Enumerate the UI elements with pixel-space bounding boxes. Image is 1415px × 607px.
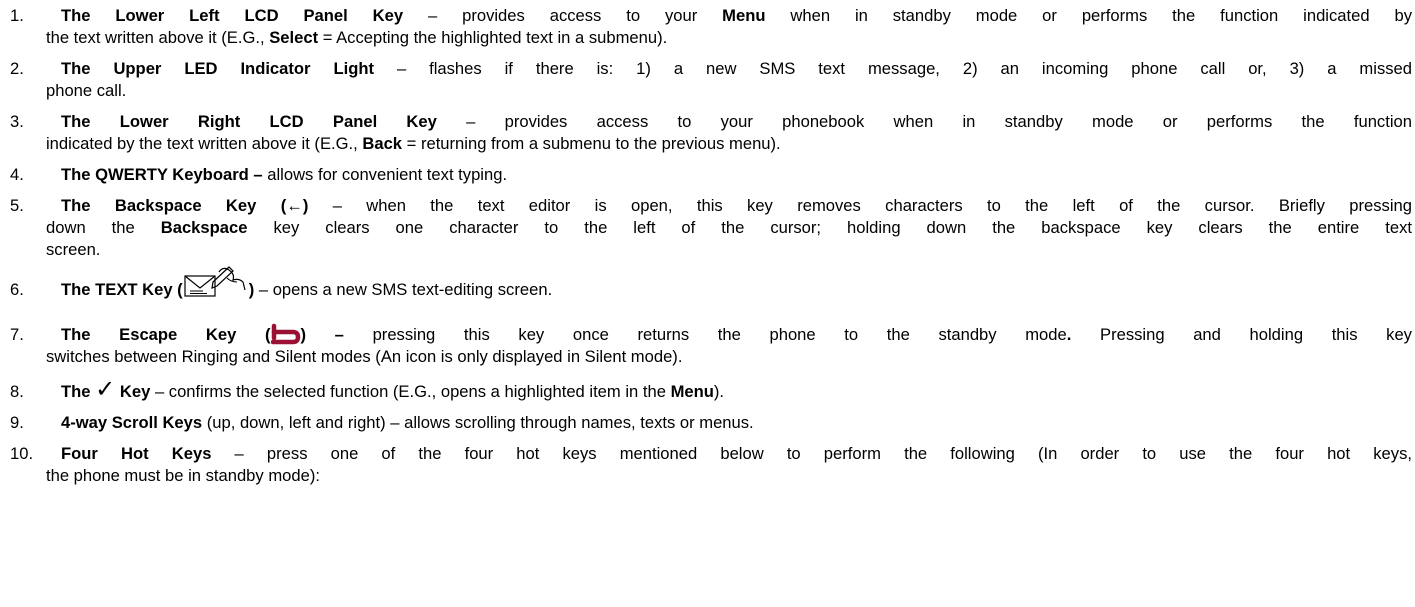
item-title: The Lower Left LCD Panel Key xyxy=(61,6,404,25)
item-text: allows for convenient text typing. xyxy=(262,165,508,184)
item-text: = returning from a submenu to the previo… xyxy=(402,134,781,153)
item-text: the text written above it (E.G., xyxy=(46,28,270,47)
item-line: The QWERTY Keyboard – allows for conveni… xyxy=(61,164,507,186)
item-number: 3. xyxy=(10,112,24,131)
item-number: 1. xyxy=(10,6,24,25)
item-text: ). xyxy=(713,382,725,401)
item-line: down the Backspace key clears one charac… xyxy=(46,217,1412,239)
backspace-arrow-icon: ← xyxy=(286,196,303,215)
item-title: The Escape Key ( xyxy=(61,325,271,344)
checkmark-icon: ✓ xyxy=(95,376,116,403)
item-number: 5. xyxy=(10,196,24,215)
item-term: Back xyxy=(362,134,403,153)
item-title: The Lower Right LCD Panel Key xyxy=(61,112,437,131)
item-title-end: ) – xyxy=(300,325,344,344)
item-number: 8. xyxy=(10,382,24,401)
item-number: 4. xyxy=(10,165,24,184)
item-title: The Upper LED Indicator Light xyxy=(61,59,374,78)
item-title: The QWERTY Keyboard – xyxy=(61,165,263,184)
item-line: 4-way Scroll Keys (up, down, left and ri… xyxy=(61,412,754,434)
item-text: – provides access to your xyxy=(403,6,723,25)
item-title: The xyxy=(61,382,91,401)
item-number: 10. xyxy=(10,444,34,463)
item-line: The ✓ Key – confirms the selected functi… xyxy=(61,378,725,403)
item-line: The Backspace Key (←) – when the text ed… xyxy=(61,195,1412,217)
item-title: Four Hot Keys xyxy=(61,444,212,463)
item-title: The TEXT Key ( xyxy=(61,280,183,299)
item-text: key clears one character to the left of … xyxy=(247,218,1412,237)
item-line: the text written above it (E.G., Select … xyxy=(46,27,667,49)
item-text: Pressing and holding this key xyxy=(1071,325,1412,344)
item-line: screen. xyxy=(46,239,100,261)
item-text: switches between Ringing and Silent mode… xyxy=(46,347,683,366)
manual-key-list: 1. The Lower Left LCD Panel Key – provid… xyxy=(0,0,1415,607)
item-text: indicated by the text written above it (… xyxy=(46,134,363,153)
item-term: Menu xyxy=(670,382,714,401)
item-text: screen. xyxy=(46,240,101,259)
item-text: down the xyxy=(46,218,161,237)
item-line: Four Hot Keys – press one of the four ho… xyxy=(61,443,1412,465)
item-line: The Lower Left LCD Panel Key – provides … xyxy=(61,5,1412,27)
item-line: The TEXT Key ( ) – opens a new SMS text-… xyxy=(61,265,553,302)
item-line: The Escape Key ( ) – pressing this key o… xyxy=(61,323,1412,347)
item-line: indicated by the text written above it (… xyxy=(46,133,781,155)
item-text: the phone must be in standby mode): xyxy=(46,466,320,485)
item-line: the phone must be in standby mode): xyxy=(46,465,320,487)
item-text: – opens a new SMS text-editing screen. xyxy=(254,280,553,299)
item-number: 9. xyxy=(10,413,24,432)
item-term: Backspace xyxy=(160,218,248,237)
item-title: The Backspace Key ( xyxy=(61,196,287,215)
item-line: switches between Ringing and Silent mode… xyxy=(46,346,682,368)
item-text: (up, down, left and right) – allows scro… xyxy=(202,413,754,432)
item-line: The Lower Right LCD Panel Key – provides… xyxy=(61,111,1412,133)
item-text: – flashes if there is: 1) a new SMS text… xyxy=(374,59,1412,78)
escape-key-icon xyxy=(270,323,301,347)
item-text: phone call. xyxy=(46,81,127,100)
item-text: when in standby mode or performs the fun… xyxy=(765,6,1412,25)
item-line: The Upper LED Indicator Light – flashes … xyxy=(61,58,1412,80)
item-text: – when the text editor is open, this key… xyxy=(308,196,1412,215)
item-text: – provides access to your phonebook when… xyxy=(436,112,1412,131)
item-text: – confirms the selected function (E.G., … xyxy=(150,382,671,401)
text-key-icon xyxy=(183,265,249,302)
item-number: 6. xyxy=(10,280,24,299)
item-term: Menu xyxy=(722,6,766,25)
item-title: 4-way Scroll Keys xyxy=(61,413,203,432)
item-term: Select xyxy=(269,28,319,47)
item-number: 7. xyxy=(10,325,24,344)
item-line: phone call. xyxy=(46,80,126,102)
item-text: – press one of the four hot keys mention… xyxy=(211,444,1412,463)
item-text: pressing this key once returns the phone… xyxy=(343,325,1067,344)
item-title-end: Key xyxy=(119,382,151,401)
item-text: = Accepting the highlighted text in a su… xyxy=(318,28,668,47)
item-number: 2. xyxy=(10,59,24,78)
